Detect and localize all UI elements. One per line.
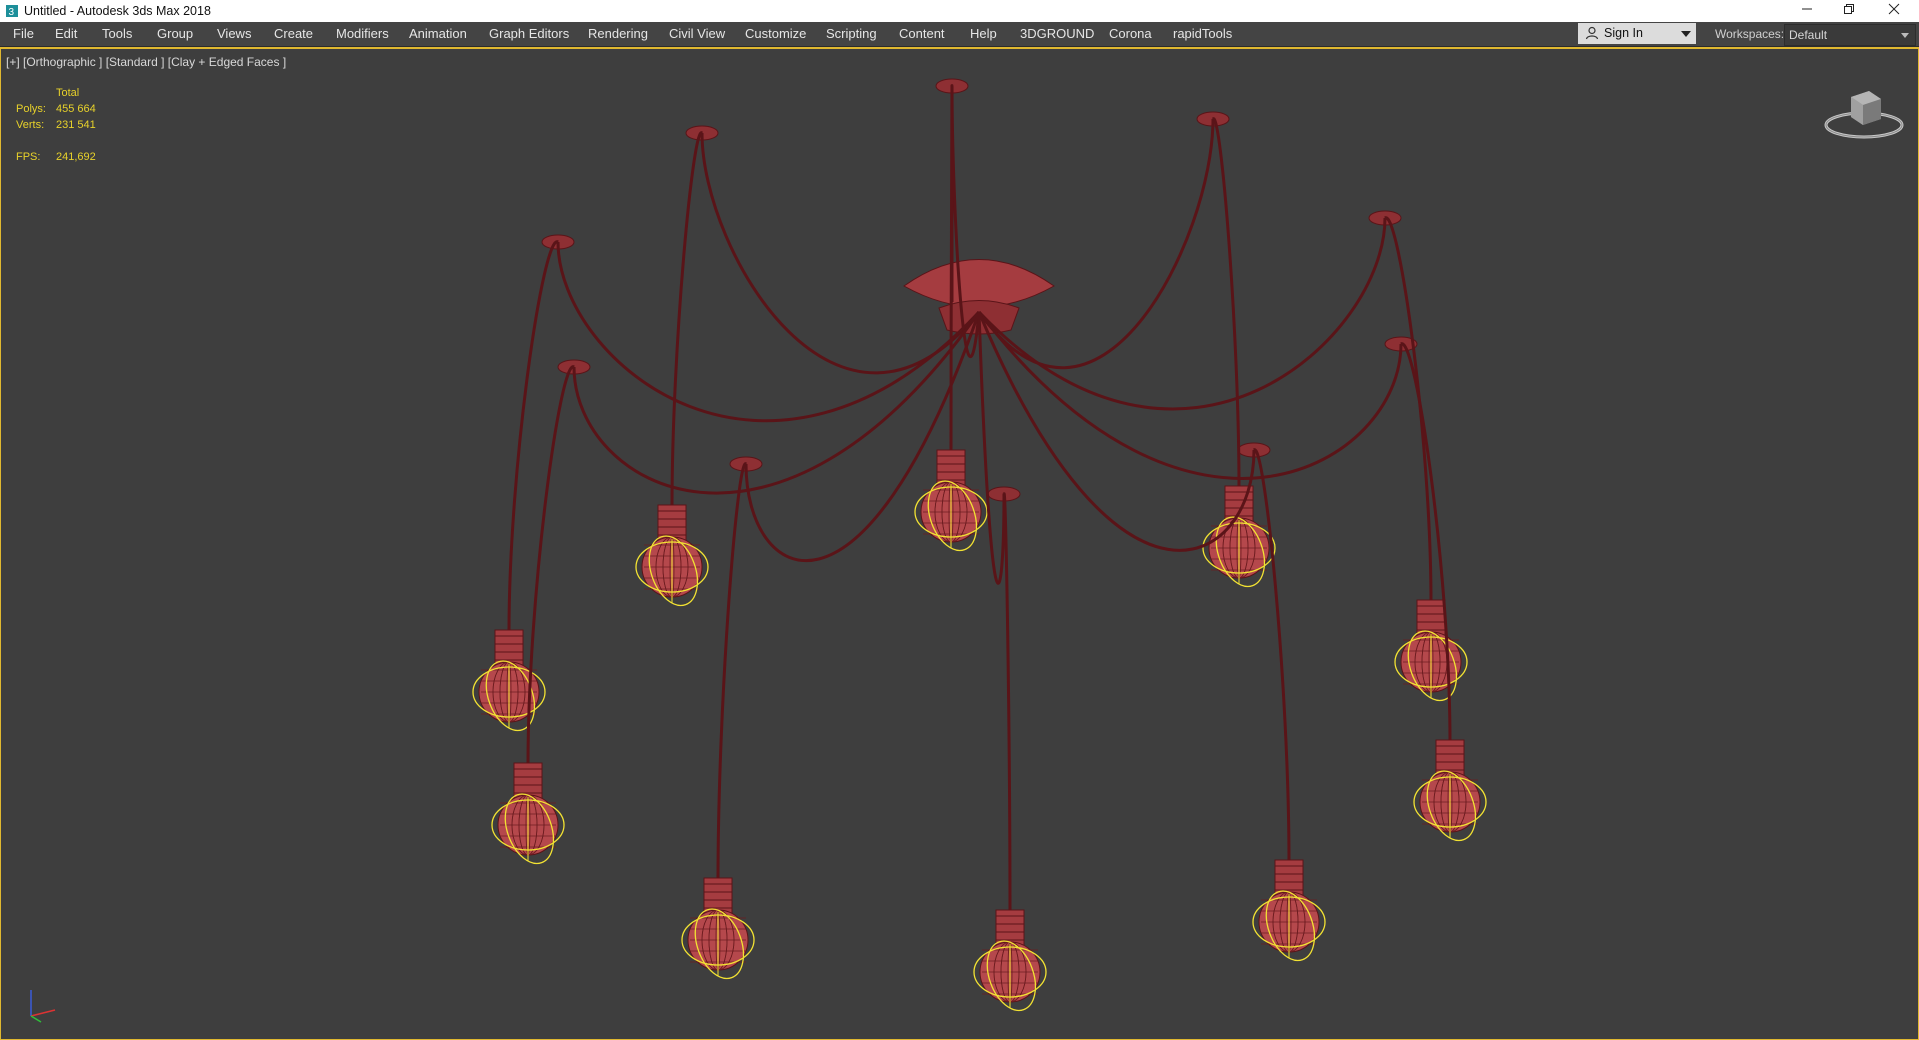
drop-cord — [1383, 216, 1433, 603]
menu-scripting[interactable]: Scripting — [826, 22, 877, 46]
window-title: Untitled - Autodesk 3ds Max 2018 — [24, 4, 211, 18]
svg-text:3: 3 — [9, 7, 15, 18]
menu-create[interactable]: Create — [274, 22, 313, 46]
workspaces-select[interactable]: Default — [1784, 24, 1916, 46]
scene-canvas[interactable] — [1, 49, 1918, 1039]
menu-help[interactable]: Help — [970, 22, 997, 46]
menu-tools[interactable]: Tools — [102, 22, 132, 46]
title-bar: 3 Untitled - Autodesk 3ds Max 2018 — [0, 0, 1919, 22]
workspaces-value: Default — [1789, 28, 1828, 42]
chevron-down-icon — [1681, 31, 1691, 37]
axis-tripod-icon — [30, 990, 56, 1023]
drop-cord — [1252, 448, 1291, 863]
3dsmax-app-icon: 3 — [6, 5, 18, 18]
drop-cord — [949, 84, 954, 453]
drop-cord — [507, 240, 560, 633]
workspaces-label: Workspaces: — [1715, 27, 1785, 41]
close-icon — [1888, 3, 1900, 15]
menu-group[interactable]: Group — [157, 22, 193, 46]
menu-edit[interactable]: Edit — [55, 22, 77, 46]
restore-button[interactable] — [1826, 0, 1872, 22]
drop-cord — [1002, 492, 1012, 913]
power-cord — [556, 241, 981, 423]
drop-cord — [716, 462, 748, 881]
menu-rendering[interactable]: Rendering — [588, 22, 648, 46]
sign-in-label: Sign In — [1604, 26, 1643, 40]
power-cord — [977, 311, 1006, 585]
power-cord — [977, 311, 1256, 552]
menu-animation[interactable]: Animation — [409, 22, 467, 46]
canopy-plate — [903, 259, 1055, 308]
drop-cord — [670, 131, 704, 508]
power-cord — [977, 311, 1403, 480]
minimize-icon — [1802, 8, 1812, 10]
power-cord — [977, 118, 1215, 370]
menu-content[interactable]: Content — [899, 22, 945, 46]
viewport-perspective[interactable]: [+] [Orthographic ] [Standard ] [Clay + … — [0, 47, 1919, 1040]
sign-in-dropdown[interactable]: Sign In — [1578, 23, 1696, 44]
menu-civil-view[interactable]: Civil View — [669, 22, 725, 46]
drop-cord — [1211, 117, 1241, 489]
menu-views[interactable]: Views — [217, 22, 251, 46]
menu-graph-editors[interactable]: Graph Editors — [489, 22, 569, 46]
menu-modifiers[interactable]: Modifiers — [336, 22, 389, 46]
restore-icon — [1844, 4, 1854, 14]
chevron-down-icon — [1901, 33, 1909, 38]
minimize-button[interactable] — [1784, 0, 1830, 22]
user-icon — [1585, 26, 1599, 40]
menu-customize[interactable]: Customize — [745, 22, 806, 46]
menu-3dground[interactable]: 3DGROUND — [1020, 22, 1094, 46]
close-button[interactable] — [1871, 0, 1917, 22]
power-cord — [572, 311, 981, 495]
menu-rapidtools[interactable]: rapidTools — [1173, 22, 1232, 46]
menu-file[interactable]: File — [13, 22, 34, 46]
power-cord — [700, 132, 981, 375]
menu-corona[interactable]: Corona — [1109, 22, 1152, 46]
